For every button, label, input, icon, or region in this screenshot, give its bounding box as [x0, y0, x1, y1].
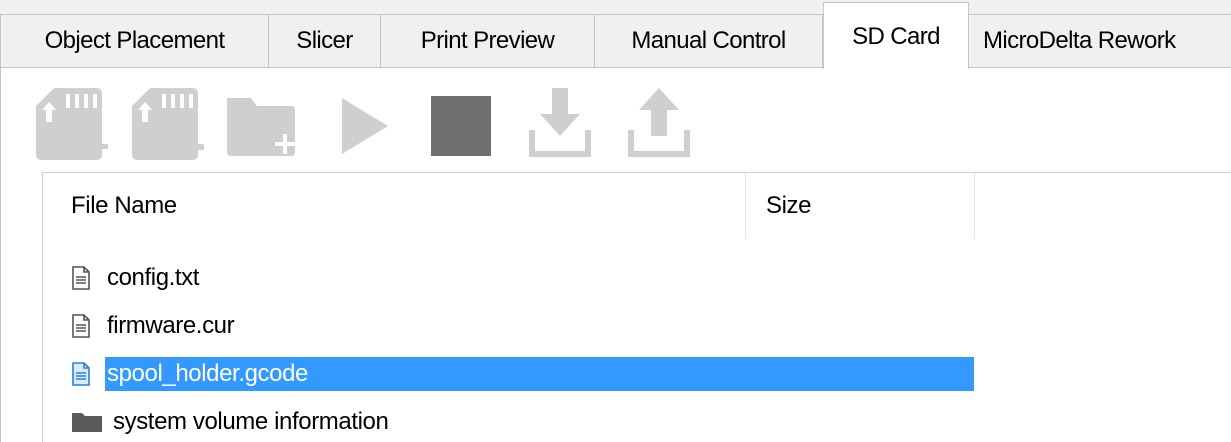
tab-slicer[interactable]: Slicer [269, 14, 381, 67]
tab-object-placement[interactable]: Object Placement [0, 14, 269, 67]
list-item[interactable]: config.txt [71, 261, 974, 295]
list-item[interactable]: firmware.cur [71, 309, 974, 343]
tab-microdelta-rework[interactable]: MicroDelta Rework [969, 14, 1231, 67]
file-name: config.txt [107, 264, 200, 291]
folder-name: system volume information [113, 408, 389, 435]
column-separator[interactable] [974, 173, 975, 239]
list-item[interactable]: spool_holder.gcode [71, 357, 974, 391]
tab-print-preview[interactable]: Print Preview [381, 14, 595, 67]
sd-card-add-icon[interactable] [32, 82, 112, 162]
sd-card-panel: File Name Size config.txt firmware.cur s… [0, 68, 1231, 442]
file-icon [71, 361, 93, 387]
column-header-file-name[interactable]: File Name [43, 173, 743, 239]
file-list[interactable]: File Name Size config.txt firmware.cur s… [42, 172, 1231, 442]
file-icon [71, 265, 93, 291]
download-icon[interactable] [528, 84, 592, 160]
stop-icon[interactable] [429, 94, 493, 158]
play-icon[interactable] [336, 94, 392, 158]
sd-card-remove-icon[interactable] [128, 82, 208, 162]
upload-icon[interactable] [627, 84, 691, 160]
file-icon [71, 313, 93, 339]
column-header-size[interactable]: Size [746, 173, 974, 239]
file-name: firmware.cur [107, 312, 235, 339]
sd-card-toolbar [1, 68, 1231, 168]
tab-manual-control[interactable]: Manual Control [595, 14, 823, 67]
folder-icon [71, 409, 105, 435]
tab-bar: Object Placement Slicer Print Preview Ma… [0, 0, 1231, 69]
tab-sd-card[interactable]: SD Card [823, 2, 969, 69]
file-name: spool_holder.gcode [105, 357, 974, 391]
list-item[interactable]: system volume information [71, 405, 974, 439]
new-folder-icon[interactable] [223, 90, 303, 162]
